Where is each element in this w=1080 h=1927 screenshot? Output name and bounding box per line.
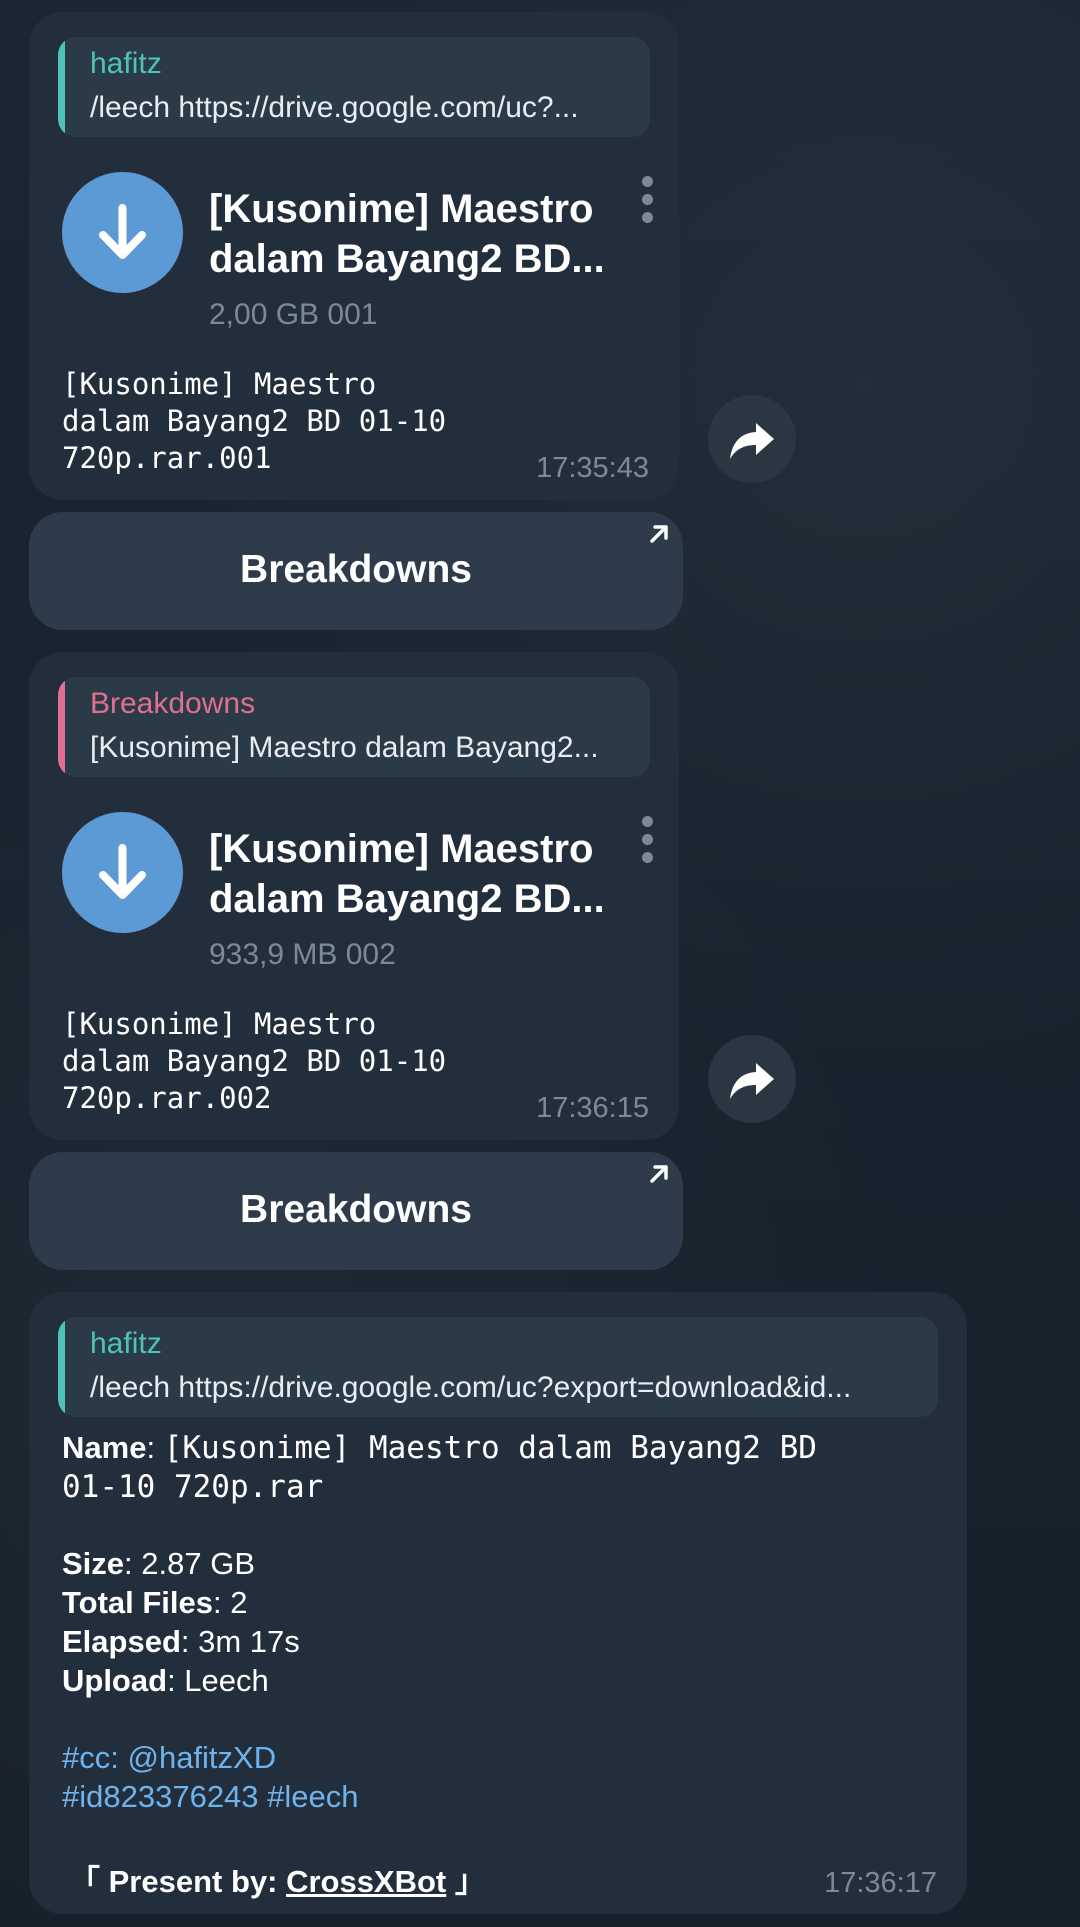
elapsed-value: 3m 17s xyxy=(198,1624,300,1659)
reply-text: /leech https://drive.google.com/uc?... xyxy=(90,91,579,124)
present-suffix: 」 xyxy=(446,1864,486,1899)
file-message-1[interactable]: hafitz /leech https://drive.google.com/u… xyxy=(29,12,679,500)
open-external-icon xyxy=(650,1165,668,1183)
present-prefix: 「 Present by: xyxy=(69,1864,287,1899)
elapsed-line: Elapsed: 3m 17s xyxy=(62,1624,300,1659)
message-time: 17:35:43 xyxy=(536,452,649,484)
files-value: 2 xyxy=(230,1585,248,1620)
download-arrow-icon xyxy=(99,844,146,899)
name-value-continued: 01-10 720p.rar xyxy=(62,1469,324,1505)
name-line: Name: [Kusonime] Maestro dalam Bayang2 B… xyxy=(62,1430,817,1466)
file-title: [Kusonime] Maestro dalam Bayang2 BD... xyxy=(209,187,605,281)
file-size: 933,9 MB 002 xyxy=(209,938,396,971)
reply-author: Breakdowns xyxy=(90,687,256,720)
name-value: [Kusonime] Maestro dalam Bayang2 BD xyxy=(163,1430,817,1466)
file-title: [Kusonime] Maestro dalam Bayang2 BD... xyxy=(209,827,605,921)
reply-quote[interactable]: Breakdowns [Kusonime] Maestro dalam Baya… xyxy=(58,677,650,777)
forward-icon xyxy=(730,423,774,459)
inline-button-breakdowns[interactable]: Breakdowns xyxy=(29,1152,683,1270)
file-message-2[interactable]: Breakdowns [Kusonime] Maestro dalam Baya… xyxy=(29,652,679,1140)
file-size: 2,00 GB 001 xyxy=(209,298,378,331)
more-vertical-icon[interactable] xyxy=(642,176,654,230)
present-line: 「 Present by: CrossXBot 」 xyxy=(69,1856,486,1901)
file-caption: [Kusonime] Maestro dalam Bayang2 BD 01-1… xyxy=(62,1007,447,1115)
download-arrow-icon xyxy=(99,204,146,259)
reply-bar xyxy=(58,677,65,777)
leech-hashtag[interactable]: #leech xyxy=(267,1779,358,1814)
file-caption: [Kusonime] Maestro dalam Bayang2 BD 01-1… xyxy=(62,367,447,475)
reply-quote[interactable]: hafitz /leech https://drive.google.com/u… xyxy=(58,1317,938,1417)
forward-icon xyxy=(730,1063,774,1099)
reply-text: [Kusonime] Maestro dalam Bayang2... xyxy=(90,731,599,764)
download-button[interactable] xyxy=(62,172,183,293)
reply-text: /leech https://drive.google.com/uc?expor… xyxy=(90,1371,852,1404)
reply-author: hafitz xyxy=(90,47,162,80)
id-hashtag[interactable]: #id823376243 xyxy=(62,1779,259,1814)
name-label: Name xyxy=(62,1430,147,1465)
cc-user-mention[interactable]: @hafitzXD xyxy=(127,1740,276,1775)
size-label: Size xyxy=(62,1546,125,1581)
forward-button[interactable] xyxy=(708,395,796,483)
crossxbot-link[interactable]: CrossXBot xyxy=(286,1864,446,1899)
reply-quote[interactable]: hafitz /leech https://drive.google.com/u… xyxy=(58,37,650,137)
inline-button-label: Breakdowns xyxy=(240,548,472,591)
reply-author: hafitz xyxy=(90,1327,162,1360)
files-label: Total Files xyxy=(62,1585,214,1620)
inline-button-label: Breakdowns xyxy=(240,1188,472,1231)
message-time: 17:36:15 xyxy=(536,1092,649,1124)
summary-message[interactable]: hafitz /leech https://drive.google.com/u… xyxy=(29,1292,967,1914)
inline-button-breakdowns[interactable]: Breakdowns xyxy=(29,512,683,630)
more-vertical-icon[interactable] xyxy=(642,816,654,870)
elapsed-label: Elapsed xyxy=(62,1624,181,1659)
size-value: 2.87 GB xyxy=(141,1546,256,1581)
size-line: Size: 2.87 GB xyxy=(62,1546,256,1581)
files-line: Total Files: 2 xyxy=(62,1585,248,1620)
cc-hashtag[interactable]: #cc xyxy=(62,1740,110,1775)
forward-button[interactable] xyxy=(708,1035,796,1123)
upload-label: Upload xyxy=(62,1663,168,1698)
open-external-icon xyxy=(650,525,668,543)
upload-value: Leech xyxy=(184,1663,269,1698)
tags-line: #id823376243 #leech xyxy=(62,1779,359,1815)
message-time: 17:36:17 xyxy=(824,1867,937,1899)
reply-bar xyxy=(58,37,65,137)
reply-bar xyxy=(58,1317,65,1417)
download-button[interactable] xyxy=(62,812,183,933)
cc-line: #cc: @hafitzXD xyxy=(62,1740,277,1775)
upload-line: Upload: Leech xyxy=(62,1663,269,1698)
